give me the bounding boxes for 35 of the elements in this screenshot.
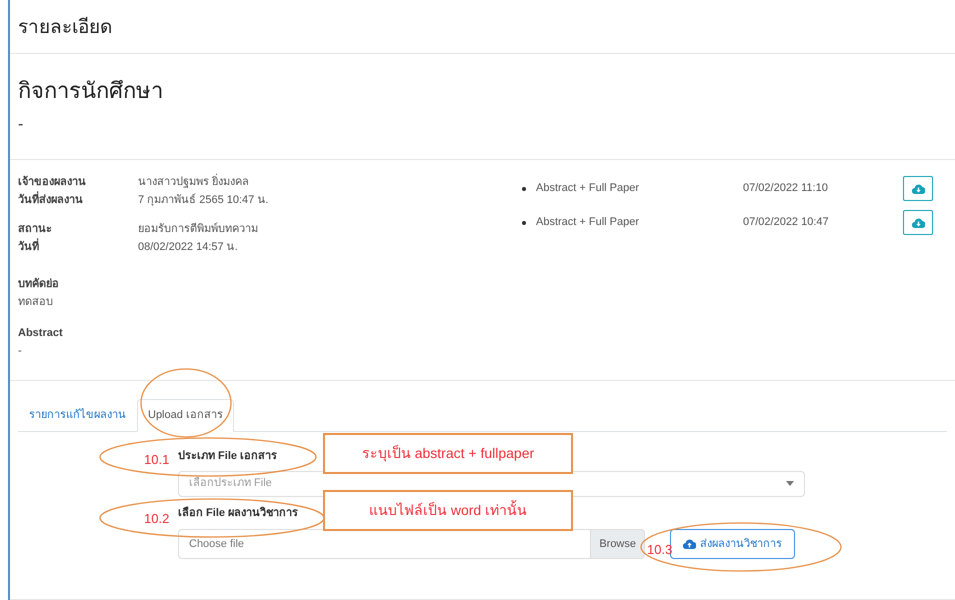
detail-value: นางสาวปฐมพร ยิ่งมงคล [138, 174, 250, 190]
caret-icon [786, 481, 794, 486]
annotation-note: แนบไฟล์เป็น word เท่านั้น [323, 490, 573, 531]
bullet-icon [522, 186, 526, 190]
tab[interactable]: รายการแก้ไขผลงาน [18, 398, 137, 432]
file-name: Abstract + Full Paper [536, 215, 640, 230]
field-label: ประเภท File เอกสาร [178, 449, 278, 464]
file-date: 07/02/2022 11:10 [743, 181, 829, 196]
file-name: Abstract + Full Paper [536, 181, 640, 196]
detail-value: 08/02/2022 14:57 น. [138, 240, 238, 255]
detail-value: - [18, 344, 22, 359]
activity-title: กิจการนักศึกษา [18, 76, 164, 104]
detail-label: เจ้าของผลงาน [18, 174, 87, 190]
file-date: 07/02/2022 10:47 [743, 215, 830, 230]
detail-label: วันที่ [18, 239, 138, 256]
detail-label: วันที่ส่งผลงาน [18, 192, 138, 208]
activity-subtitle: - [18, 114, 24, 134]
tab[interactable]: Upload เอกสาร [137, 398, 234, 432]
annotation-number: 10.2 [144, 510, 170, 528]
page-title: รายละเอียด [18, 16, 113, 40]
cloud-upload-icon [683, 539, 696, 550]
cloud-download-icon [912, 218, 924, 228]
bullet-icon [522, 220, 526, 224]
detail-label: บทคัดย่อ [18, 276, 59, 292]
annotation-note: ระบุเป็น abstract + fullpaper [323, 433, 573, 474]
detail-value: ยอมรับการตีพิมพ์บทความ [138, 222, 258, 236]
annotation-number: 10.1 [144, 451, 170, 469]
detail-label: Abstract [18, 326, 63, 340]
download-button[interactable] [903, 210, 933, 235]
cloud-download-icon [912, 184, 924, 194]
field-label: เลือก File ผลงานวิชาการ [178, 506, 298, 521]
detail-value: 7 กุมภาพันธ์ 2565 10:47 น. [138, 192, 268, 208]
download-button[interactable] [903, 176, 933, 201]
detail-value: ทดสอบ [18, 295, 53, 310]
detail-label: สถานะ [18, 222, 53, 236]
